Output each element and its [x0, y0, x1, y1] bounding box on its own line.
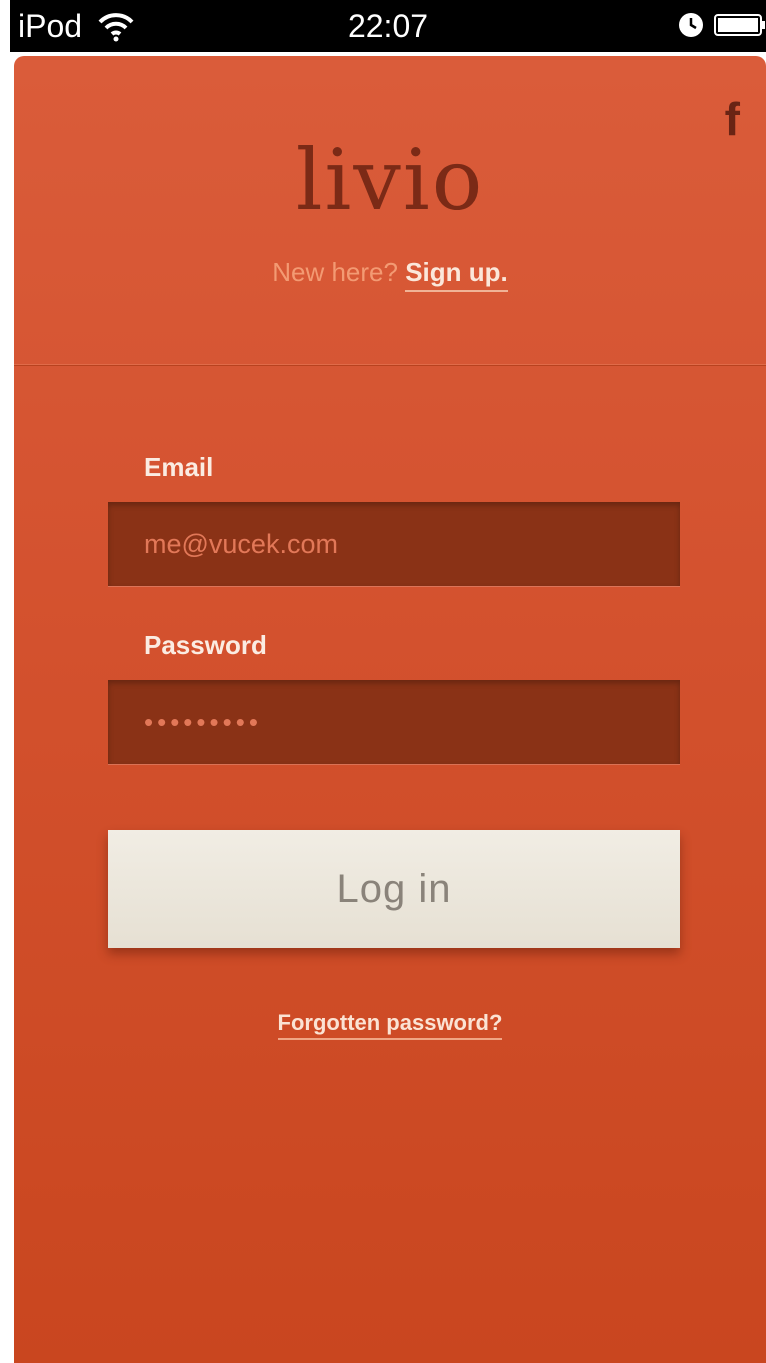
- alarm-icon: [678, 12, 704, 38]
- status-bar: iPod 22:07: [10, 0, 766, 52]
- battery-icon: [714, 13, 766, 37]
- forgot-password-link[interactable]: Forgotten password?: [277, 1010, 503, 1040]
- app-logo: livio: [295, 131, 485, 229]
- password-value: •••••••••: [144, 706, 262, 737]
- status-time: 22:07: [347, 8, 429, 44]
- password-label: Password: [144, 630, 267, 660]
- header-divider: [14, 364, 766, 366]
- forgot-password-line: Forgotten password?: [14, 1010, 766, 1040]
- signup-prompt: New here?: [272, 257, 398, 287]
- login-button[interactable]: Log in: [108, 830, 680, 948]
- device-screen: iPod 22:07 f livio New here? Sign up. Em…: [0, 0, 766, 1363]
- login-screen: f livio New here? Sign up. Email me@vuce…: [14, 56, 766, 1363]
- signup-link[interactable]: Sign up.: [405, 257, 508, 292]
- header: f livio New here? Sign up.: [14, 56, 766, 364]
- login-button-label: Log in: [336, 866, 452, 911]
- email-value: me@vucek.com: [144, 529, 338, 559]
- email-field[interactable]: me@vucek.com: [108, 502, 680, 586]
- password-field[interactable]: •••••••••: [108, 680, 680, 764]
- email-label: Email: [144, 452, 214, 482]
- signup-line: New here? Sign up.: [14, 256, 766, 292]
